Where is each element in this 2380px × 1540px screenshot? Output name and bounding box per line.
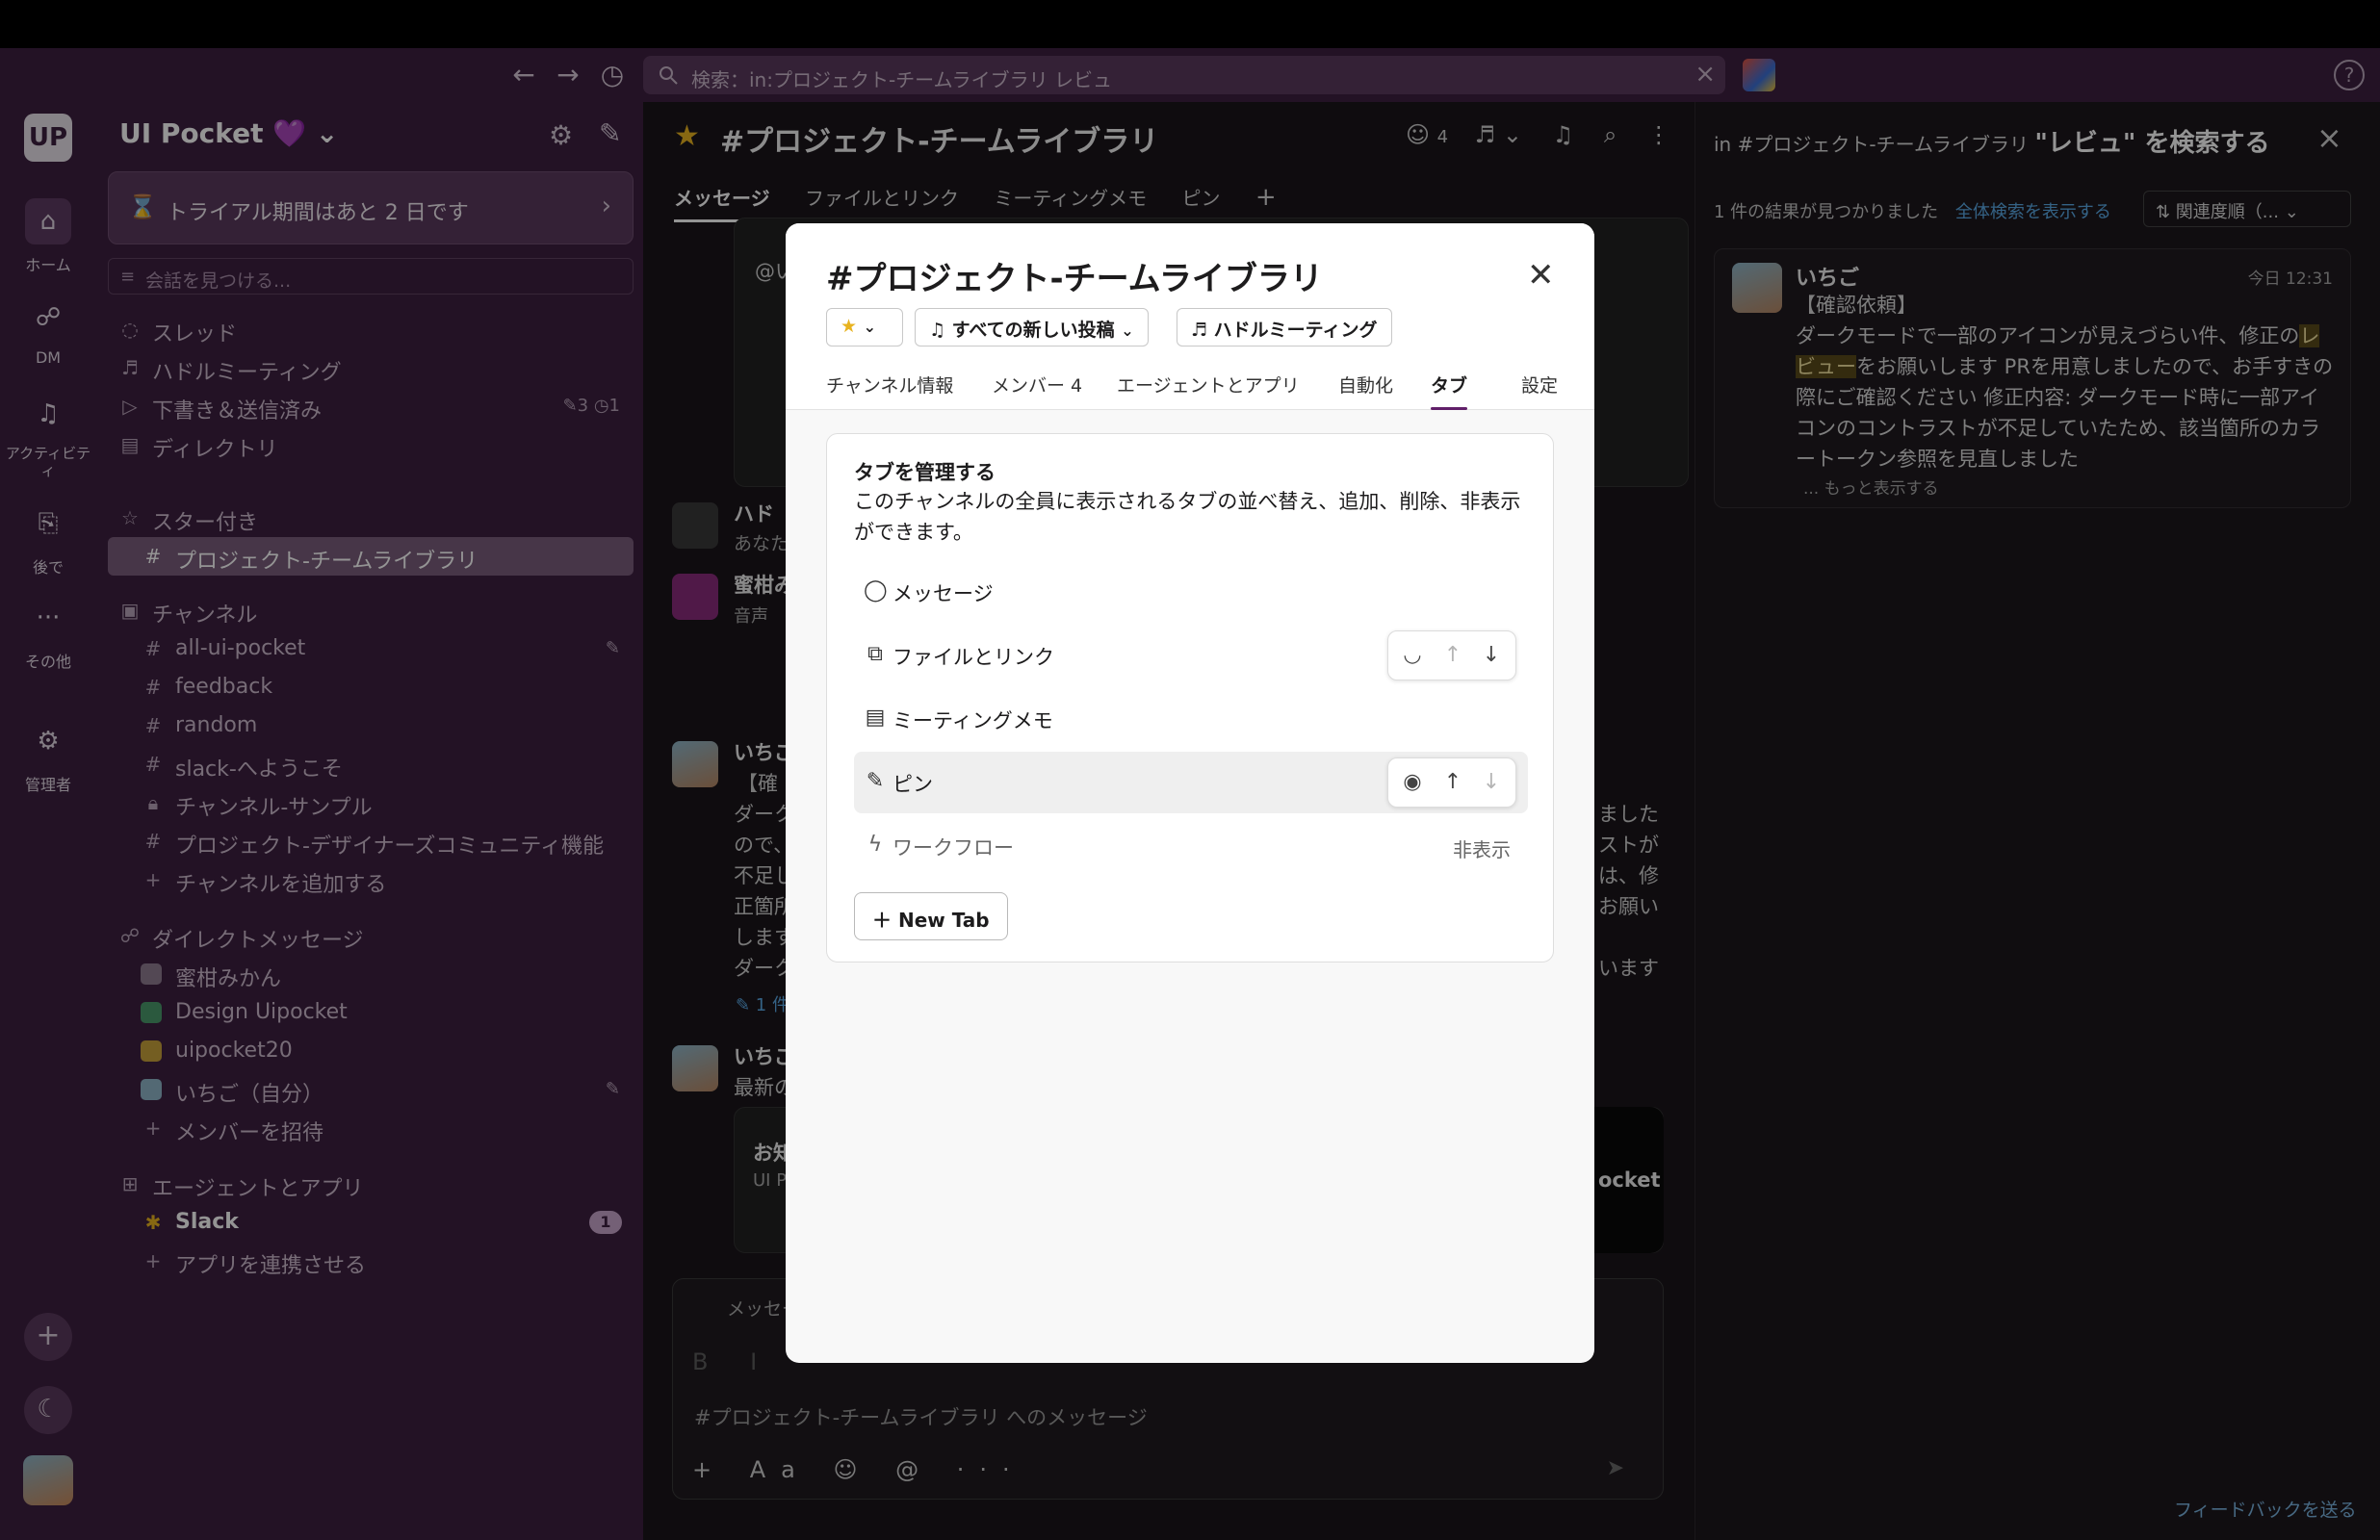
star-filled-icon: ★ [841, 316, 858, 337]
headphones-icon: ♬ [1191, 320, 1208, 341]
huddle-button[interactable]: ♬ ハドルミーティング [1177, 308, 1392, 346]
new-tab-button[interactable]: ＋ New Tab [854, 892, 1008, 940]
workflow-icon: ϟ [867, 833, 883, 857]
panel-description: このチャンネルの全員に表示されるタブの並べ替え、追加、削除、非表示ができます。 [854, 490, 1521, 544]
move-up-icon[interactable]: ↑ [1438, 770, 1467, 794]
message-icon: ◯ [864, 578, 888, 603]
tab-item-pins[interactable]: ✎ ピン ◉ ↑ ↓ [854, 752, 1528, 813]
plus-icon: ＋ [872, 909, 892, 932]
tab-channel-info[interactable]: チャンネル情報 [826, 372, 953, 410]
tab-item-messages[interactable]: ◯ メッセージ [854, 561, 1528, 623]
manage-tabs-panel: タブを管理する このチャンネルの全員に表示されるタブの並べ替え、追加、削除、非表… [826, 433, 1554, 962]
modal-header: #プロジェクト-チームライブラリ ✕ ★ ⌄ ♫ すべての新しい投稿 ⌄ ♬ ハ… [786, 223, 1594, 410]
move-down-icon[interactable]: ↓ [1477, 770, 1506, 794]
tab-automation[interactable]: 自動化 [1338, 372, 1393, 410]
tab-item-controls: ◉ ↑ ↓ [1387, 757, 1516, 808]
os-top-bar [0, 0, 2380, 48]
tab-settings[interactable]: 設定 [1521, 372, 1558, 410]
channel-settings-modal: #プロジェクト-チームライブラリ ✕ ★ ⌄ ♫ すべての新しい投稿 ⌄ ♬ ハ… [786, 223, 1594, 1363]
panel-title: タブを管理する [854, 461, 996, 484]
tab-agents-apps[interactable]: エージェントとアプリ [1117, 372, 1300, 410]
pin-icon: ✎ [866, 769, 885, 793]
files-icon: ⧉ [867, 642, 883, 666]
tab-item-workflow[interactable]: ϟ ワークフロー 非表示 [854, 815, 1528, 877]
star-dropdown-button[interactable]: ★ ⌄ [826, 308, 903, 346]
eye-icon[interactable]: ◉ [1398, 770, 1427, 794]
move-down-icon[interactable]: ↓ [1477, 643, 1506, 667]
move-up-icon[interactable]: ↑ [1438, 643, 1467, 667]
tab-item-files[interactable]: ⧉ ファイルとリンク ◡ ↑ ↓ [854, 625, 1528, 686]
tab-item-controls: ◡ ↑ ↓ [1387, 630, 1516, 680]
chevron-down-icon: ⌄ [863, 318, 877, 336]
chevron-down-icon: ⌄ [1121, 321, 1134, 340]
modal-title: #プロジェクト-チームライブラリ [826, 260, 1323, 298]
notes-icon: ▤ [865, 706, 886, 730]
tab-members[interactable]: メンバー 4 [992, 372, 1082, 410]
notification-settings-button[interactable]: ♫ すべての新しい投稿 ⌄ [915, 308, 1149, 346]
hidden-status: 非表示 [1453, 838, 1511, 861]
tab-tabs[interactable]: タブ [1431, 372, 1468, 410]
bell-icon: ♫ [929, 320, 946, 341]
hide-eye-icon[interactable]: ◡ [1398, 643, 1427, 667]
tab-item-meeting-notes[interactable]: ▤ ミーティングメモ [854, 688, 1528, 750]
close-icon[interactable]: ✕ [1527, 256, 1555, 295]
